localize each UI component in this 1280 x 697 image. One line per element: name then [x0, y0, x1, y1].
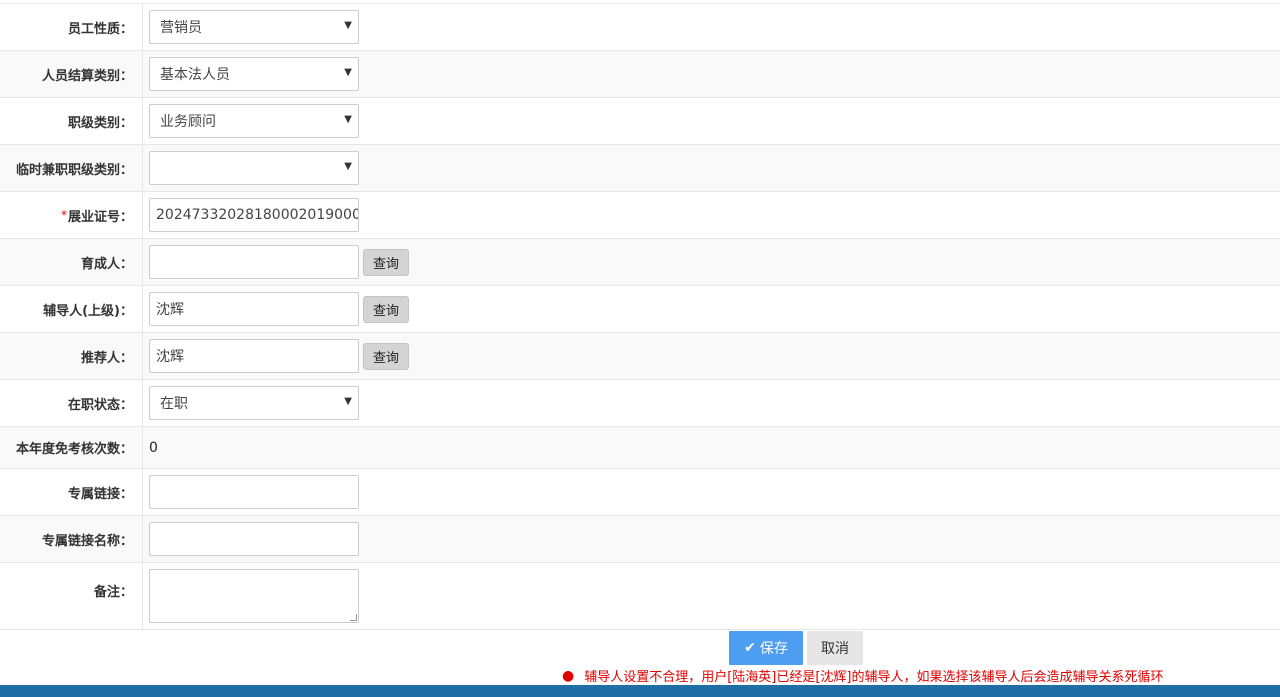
- remarks-textarea[interactable]: [149, 569, 359, 623]
- row-exclusive-link: 专属链接：: [0, 469, 1280, 516]
- employee-nature-value: 营销员: [160, 20, 202, 36]
- exclusive-link-label: 专属链接：: [0, 469, 143, 515]
- rank-category-value: 业务顾问: [160, 114, 216, 130]
- chevron-down-icon: ▼: [344, 20, 352, 31]
- rank-category-label: 职级类别：: [0, 98, 143, 144]
- exemption-count-value: 0: [149, 439, 158, 456]
- remarks-label: 备注：: [0, 563, 143, 629]
- row-exemption-count: 本年度免考核次数： 0: [0, 427, 1280, 469]
- exclusive-link-input[interactable]: [149, 475, 359, 509]
- cancel-button[interactable]: 取消: [807, 631, 863, 665]
- settlement-category-select[interactable]: 基本法人员 ▼: [149, 57, 359, 91]
- employee-form: 员工性质： 营销员 ▼ 人员结算类别： 基本法人员 ▼ 职级类别： 业务顾问 ▼…: [0, 3, 1280, 630]
- supervisor-query-button[interactable]: 查询: [363, 295, 409, 323]
- save-button[interactable]: ✔ 保存: [729, 631, 803, 665]
- row-employee-nature: 员工性质： 营销员 ▼: [0, 4, 1280, 51]
- row-settlement-category: 人员结算类别： 基本法人员 ▼: [0, 51, 1280, 98]
- form-actions: ✔ 保存 取消: [729, 631, 863, 665]
- check-icon: ✔: [744, 640, 756, 656]
- chevron-down-icon: ▼: [344, 114, 352, 125]
- row-mentor: 育成人： 查询: [0, 239, 1280, 286]
- required-marker: *: [60, 208, 67, 222]
- settlement-category-label: 人员结算类别：: [0, 51, 143, 97]
- save-button-label: 保存: [759, 641, 788, 657]
- bullet-icon: ●: [562, 667, 575, 684]
- row-supervisor: 辅导人(上级)： 沈辉 查询: [0, 286, 1280, 333]
- exclusive-link-name-input[interactable]: [149, 522, 359, 556]
- error-message-text: 辅导人设置不合理，用户[陆海英]已经是[沈辉]的辅导人，如果选择该辅导人后会造成…: [584, 670, 1164, 685]
- mentor-input[interactable]: [149, 245, 359, 279]
- settlement-category-value: 基本法人员: [160, 67, 230, 83]
- employee-nature-select[interactable]: 营销员 ▼: [149, 10, 359, 44]
- referrer-label: 推荐人：: [0, 333, 143, 379]
- mentor-query-button[interactable]: 查询: [363, 248, 409, 276]
- license-number-input[interactable]: 20247332028180002019000741: [149, 198, 359, 232]
- mentor-label: 育成人：: [0, 239, 143, 285]
- chevron-down-icon: ▼: [344, 161, 352, 172]
- row-temp-rank-category: 临时兼职职级类别： ▼: [0, 145, 1280, 192]
- chevron-down-icon: ▼: [344, 67, 352, 78]
- temp-rank-category-label: 临时兼职职级类别：: [0, 145, 143, 191]
- exclusive-link-name-label: 专属链接名称：: [0, 516, 143, 562]
- rank-category-select[interactable]: 业务顾问 ▼: [149, 104, 359, 138]
- license-number-label: * 展业证号：: [0, 192, 143, 238]
- resize-handle-icon[interactable]: [350, 614, 357, 621]
- row-rank-category: 职级类别： 业务顾问 ▼: [0, 98, 1280, 145]
- row-referrer: 推荐人： 沈辉 查询: [0, 333, 1280, 380]
- employment-status-label: 在职状态：: [0, 380, 143, 426]
- footer-bar: [0, 685, 1280, 697]
- employment-status-value: 在职: [160, 396, 188, 412]
- row-exclusive-link-name: 专属链接名称：: [0, 516, 1280, 563]
- employment-status-select[interactable]: 在职 ▼: [149, 386, 359, 420]
- referrer-query-button[interactable]: 查询: [363, 342, 409, 370]
- employee-nature-label: 员工性质：: [0, 4, 143, 50]
- referrer-input[interactable]: 沈辉: [149, 339, 359, 373]
- row-license-number: * 展业证号： 20247332028180002019000741: [0, 192, 1280, 239]
- temp-rank-category-select[interactable]: ▼: [149, 151, 359, 185]
- error-message: ● 辅导人设置不合理，用户[陆海英]已经是[沈辉]的辅导人，如果选择该辅导人后会…: [562, 666, 1164, 686]
- row-employment-status: 在职状态： 在职 ▼: [0, 380, 1280, 427]
- chevron-down-icon: ▼: [344, 396, 352, 407]
- exemption-count-label: 本年度免考核次数：: [0, 427, 143, 468]
- supervisor-label: 辅导人(上级)：: [0, 286, 143, 332]
- row-remarks: 备注：: [0, 563, 1280, 630]
- supervisor-input[interactable]: 沈辉: [149, 292, 359, 326]
